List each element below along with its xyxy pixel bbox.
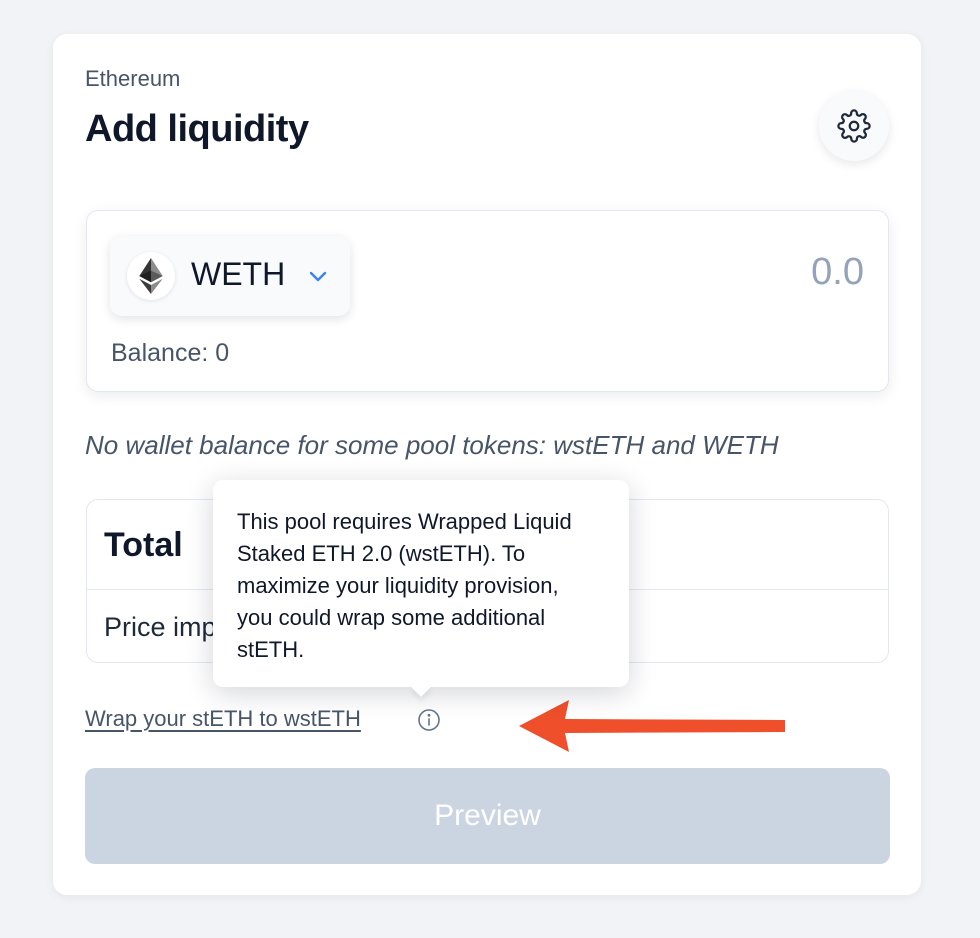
info-icon[interactable] [417, 708, 441, 737]
network-label: Ethereum [85, 66, 181, 91]
page-title: Add liquidity [85, 108, 309, 150]
price-impact-label: Price imp [104, 612, 217, 642]
red-arrow-annotation [519, 700, 789, 757]
info-tooltip: This pool requires Wrapped Liquid Staked… [213, 480, 629, 697]
chevron-down-icon [306, 264, 330, 293]
token-input-box: WETH Balance: 0 [86, 210, 889, 392]
preview-button[interactable]: Preview [85, 768, 890, 864]
settings-button[interactable] [819, 91, 889, 161]
add-liquidity-card: Ethereum Add liquidity WETH 0.0 Balance:… [53, 34, 921, 895]
total-label: Total [104, 526, 183, 564]
token-symbol: WETH [191, 256, 286, 292]
balance-label: Balance: 0 [111, 339, 230, 367]
amount-input[interactable] [564, 251, 864, 294]
gear-icon [837, 109, 871, 143]
wrap-steth-link[interactable]: Wrap your stETH to wstETH [85, 706, 361, 732]
tooltip-text: This pool requires Wrapped Liquid Staked… [237, 509, 572, 662]
ethereum-icon [127, 252, 175, 300]
tooltip-arrow [411, 677, 431, 697]
token-select-button[interactable]: WETH [110, 236, 350, 316]
wallet-balance-warning: No wallet balance for some pool tokens: … [85, 430, 779, 460]
